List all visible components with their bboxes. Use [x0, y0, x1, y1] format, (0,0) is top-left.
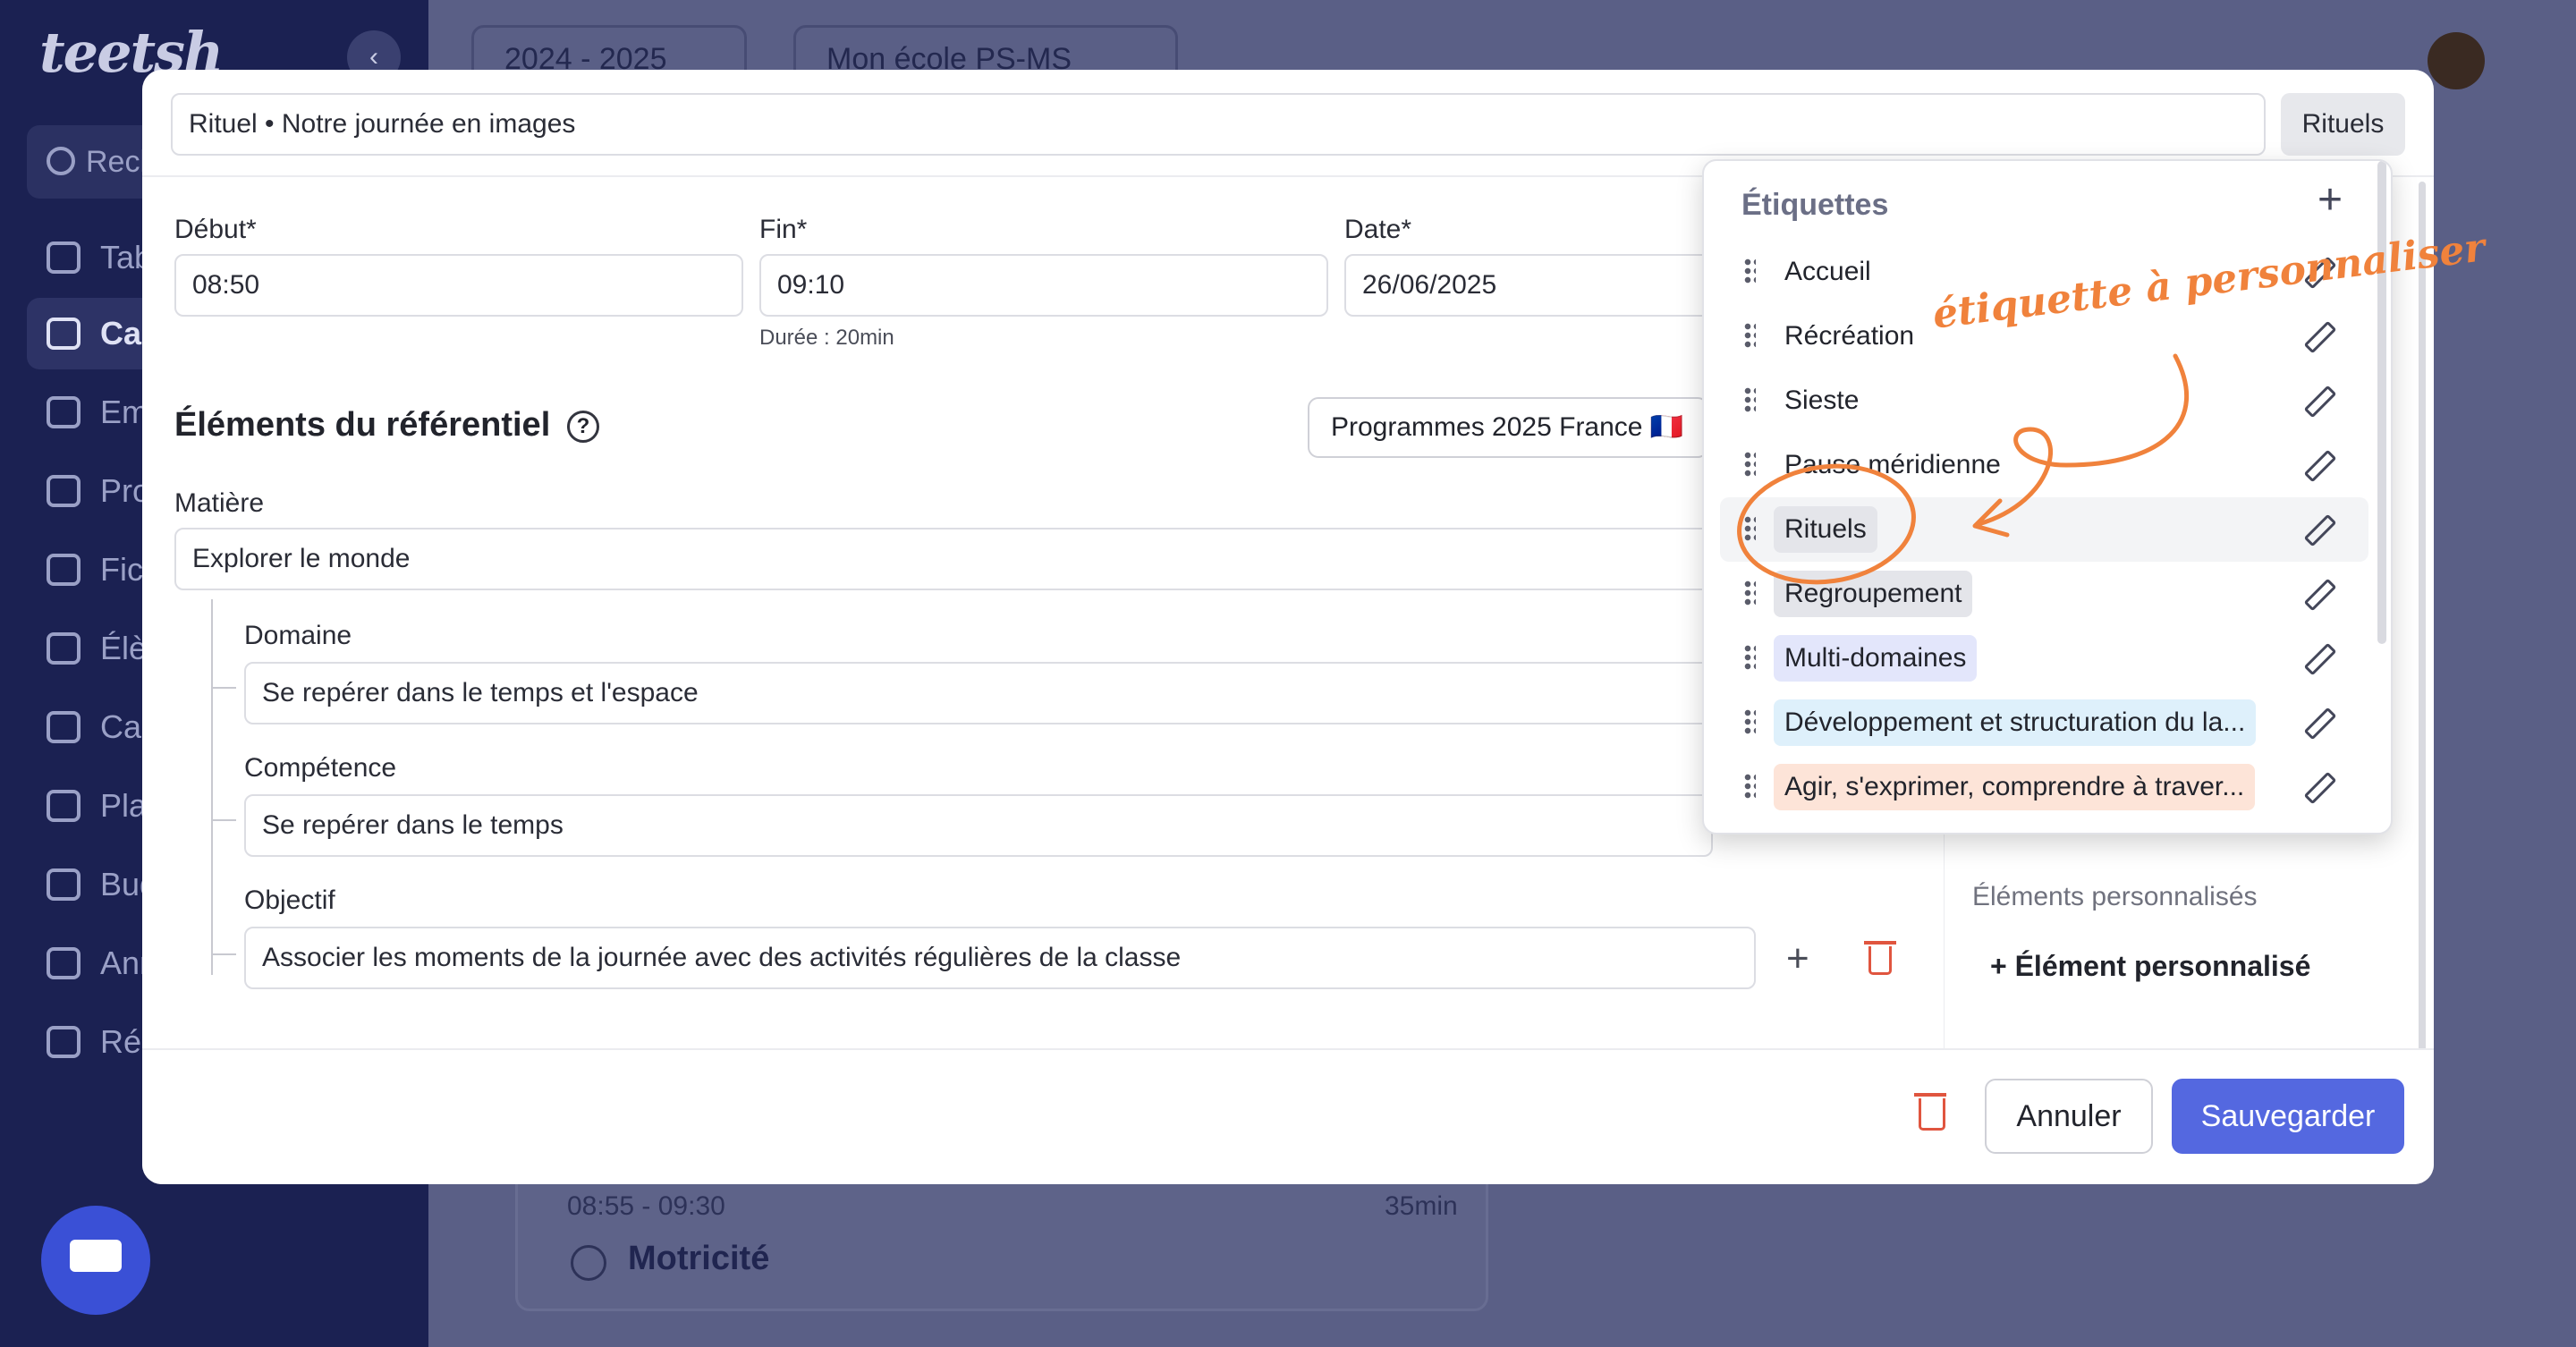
tag-item[interactable]: Développement et structuration du la... — [1704, 690, 2380, 755]
program-select[interactable]: Programmes 2025 France 🇫🇷 — [1308, 397, 1708, 458]
card-title: Motricité — [628, 1240, 770, 1277]
delete-session-icon[interactable] — [1914, 1093, 1946, 1131]
tag-item[interactable]: Pause méridienne — [1704, 433, 2380, 497]
edit-tag-icon[interactable] — [2303, 385, 2337, 419]
end-label: Fin* — [759, 215, 808, 244]
save-button[interactable]: Sauvegarder — [2172, 1079, 2404, 1154]
drag-handle-icon[interactable] — [1743, 322, 1756, 349]
start-label: Début* — [174, 215, 257, 244]
chart-icon — [47, 475, 80, 507]
tag-item[interactable]: Rituels — [1720, 497, 2368, 562]
start-time-input[interactable]: 08:50 — [174, 254, 743, 317]
tag-label: Accueil — [1784, 257, 1871, 286]
search-icon — [47, 147, 75, 175]
tag-label: Développement et structuration du la... — [1774, 699, 2257, 746]
competence-select[interactable]: Se repérer dans le temps — [244, 794, 1713, 857]
add-custom-element-button[interactable]: + Élément personnalisé — [1990, 950, 2310, 983]
planner-icon — [47, 790, 80, 822]
background-session-card[interactable] — [515, 1163, 1488, 1311]
tag-label: Multi-domaines — [1774, 635, 1978, 682]
tree-branch — [211, 687, 236, 689]
tag-label: Sieste — [1784, 385, 1860, 415]
drag-handle-icon[interactable] — [1743, 580, 1756, 606]
card-duration: 35min — [1385, 1191, 1458, 1221]
sidebar-item-label: Em — [100, 394, 148, 430]
tag-chip-rituels[interactable]: Rituels — [2281, 93, 2405, 156]
modal-scrollbar[interactable] — [2419, 182, 2426, 1112]
edit-tag-icon[interactable] — [2303, 578, 2337, 612]
tag-item[interactable]: Agir, s'exprimer, comprendre à traver... — [1704, 755, 2380, 819]
drag-handle-icon[interactable] — [1743, 708, 1756, 735]
edit-tag-icon[interactable] — [2303, 771, 2337, 805]
session-title-input[interactable]: Rituel • Notre journée en images — [171, 93, 2266, 156]
user-avatar[interactable] — [2428, 32, 2485, 89]
tree-line — [211, 599, 213, 975]
tag-item[interactable]: Regroupement — [1704, 562, 2380, 626]
tag-item[interactable]: Multi-domaines — [1704, 626, 2380, 690]
edit-tag-icon[interactable] — [2303, 513, 2337, 547]
section-title: Éléments du référentiel — [174, 406, 551, 444]
edit-tag-icon[interactable] — [2303, 707, 2337, 741]
card-time: 08:55 - 09:30 — [567, 1191, 725, 1221]
chat-support-button[interactable] — [41, 1206, 150, 1315]
drag-handle-icon[interactable] — [1743, 644, 1756, 671]
annual-icon — [47, 947, 80, 979]
sidebar-item-label: Fic — [100, 551, 143, 588]
edit-tag-icon[interactable] — [2303, 449, 2337, 483]
settings-icon — [47, 1026, 80, 1058]
duration-text: Durée : 20min — [759, 326, 894, 350]
edit-tag-icon[interactable] — [2303, 320, 2337, 354]
custom-elements-label: Éléments personnalisés — [1972, 882, 2258, 911]
tag-item[interactable]: Sieste — [1704, 369, 2380, 433]
calendar-icon — [47, 396, 80, 428]
drag-handle-icon[interactable] — [1743, 451, 1756, 478]
add-tag-icon[interactable]: + — [2318, 175, 2343, 224]
objective-select[interactable]: Associer les moments de la journée avec … — [244, 927, 1756, 989]
drag-handle-icon[interactable] — [1743, 258, 1756, 284]
students-icon — [47, 632, 80, 665]
delete-objective-icon[interactable] — [1864, 941, 1896, 975]
tag-label: Rituels — [1774, 506, 1877, 553]
budget-icon — [47, 868, 80, 901]
domain-select[interactable]: Se repérer dans le temps et l'espace — [244, 662, 1713, 724]
drag-handle-icon[interactable] — [1743, 515, 1756, 542]
tag-label: Récréation — [1784, 321, 1915, 351]
tree-branch — [211, 953, 236, 955]
end-time-input[interactable]: 09:10 — [759, 254, 1328, 317]
help-icon[interactable]: ? — [567, 411, 599, 443]
book-icon — [47, 318, 80, 350]
subject-select[interactable]: Explorer le monde — [174, 528, 1713, 590]
card-icon — [47, 711, 80, 743]
tree-branch — [211, 819, 236, 821]
subject-label: Matière — [174, 488, 265, 518]
drag-handle-icon[interactable] — [1743, 773, 1756, 800]
dropdown-title: Étiquettes — [1741, 188, 1889, 222]
tag-label: Pause méridienne — [1784, 450, 2001, 479]
date-label: Date* — [1344, 215, 1412, 244]
cancel-button[interactable]: Annuler — [1985, 1079, 2153, 1154]
tag-label: Agir, s'exprimer, comprendre à traver... — [1774, 764, 2256, 810]
objective-label: Objectif — [244, 885, 335, 915]
domain-label: Domaine — [244, 621, 352, 650]
add-objective-icon[interactable]: + — [1786, 939, 1809, 978]
check-circle-icon[interactable] — [571, 1245, 606, 1281]
edit-tag-icon[interactable] — [2303, 642, 2337, 676]
tag-label: Regroupement — [1774, 571, 1973, 617]
board-icon — [47, 241, 80, 274]
sidebar-item-label: Pla — [100, 787, 148, 824]
drag-handle-icon[interactable] — [1743, 386, 1756, 413]
file-icon — [47, 554, 80, 586]
competence-label: Compétence — [244, 753, 397, 783]
sidebar-item-label: Élè — [100, 630, 148, 666]
date-input[interactable]: 26/06/2025 — [1344, 254, 1720, 317]
